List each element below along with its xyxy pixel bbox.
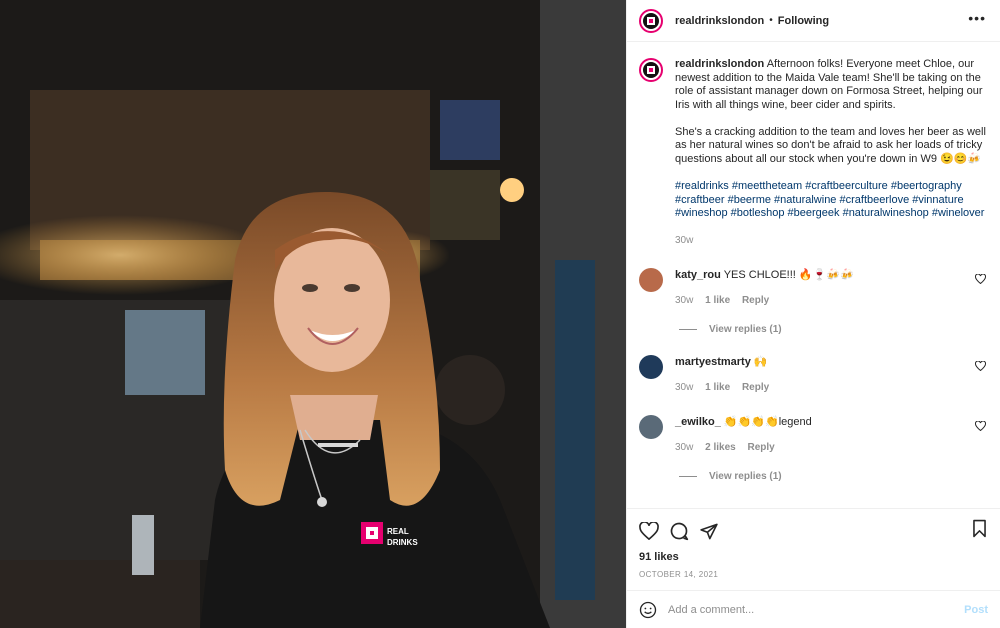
commenter-avatar[interactable] [639,415,663,440]
svg-text:DRINKS: DRINKS [387,538,418,547]
reply-button[interactable]: Reply [748,442,775,453]
emoji-icon[interactable] [639,601,657,619]
comment-time[interactable]: 30w [675,442,693,453]
caption-hashtags[interactable]: #realdrinks #meettheteam #craftbeercultu… [675,180,987,221]
add-comment-bar: Post [627,590,1000,628]
svg-text:REAL: REAL [387,527,409,536]
comment-likes[interactable]: 1 like [705,295,730,306]
reply-button[interactable]: Reply [742,295,769,306]
view-replies-button[interactable]: View replies (1) [679,324,988,335]
account-username[interactable]: realdrinkslondon [675,15,764,27]
view-replies-label: View replies (1) [709,471,782,483]
header-separator: • [769,15,773,26]
view-replies-label: View replies (1) [709,324,782,336]
comment-time[interactable]: 30w [675,382,693,393]
comment-heart-icon[interactable] [975,361,986,372]
comment-heart-icon[interactable] [975,274,986,285]
view-replies-button[interactable]: View replies (1) [679,471,988,482]
post-photo[interactable]: REAL DRINKS [0,0,626,628]
commenter-username[interactable]: martyestmarty [675,356,751,368]
comment-input[interactable] [668,603,965,616]
comment-text: 👏👏👏👏legend [723,416,812,429]
comment-text: 🙌 [753,356,768,369]
comment-heart-icon[interactable] [975,421,986,432]
account-avatar[interactable] [639,8,663,33]
comment-time[interactable]: 30w [675,295,693,306]
caption-timestamp[interactable]: 30w [675,234,987,248]
caption-paragraph-2: She's a cracking addition to the team an… [675,125,986,166]
likes-count[interactable]: 91 likes [639,551,988,563]
reply-button[interactable]: Reply [742,382,769,393]
heart-icon[interactable] [639,522,659,540]
post-date: OCTOBER 14, 2021 [639,570,719,579]
commenter-username[interactable]: katy_rou [675,269,721,281]
caption-username[interactable]: realdrinkslondon [675,58,764,70]
comment-item: martyestmarty 🙌 30w 1 like Reply [639,355,988,395]
comment-text: YES CHLOE!!! 🔥🍷🍻🍻 [723,269,854,282]
more-horizontal-icon[interactable]: ••• [968,11,986,25]
commenter-avatar[interactable] [639,355,663,380]
comment-item: _ewilko_ 👏👏👏👏legend 30w 2 likes Reply [639,415,988,455]
comment-likes[interactable]: 2 likes [705,442,736,453]
comments-section: realdrinkslondon Afternoon folks! Everyo… [627,42,1000,508]
comment-icon[interactable] [669,521,689,541]
commenter-avatar[interactable] [639,268,663,293]
post-sidebar: realdrinkslondon • Following ••• realdri… [626,0,1000,628]
comment-likes[interactable]: 1 like [705,382,730,393]
comment-item: katy_rou YES CHLOE!!! 🔥🍷🍻🍻 30w 1 like Re… [639,268,988,308]
post-photo-illustration: REAL DRINKS [0,0,626,628]
post-actions: 91 likes OCTOBER 14, 2021 [627,508,1000,590]
post-header: realdrinkslondon • Following ••• [627,0,1000,42]
bookmark-icon[interactable] [971,519,988,538]
instagram-post-modal: REAL DRINKS realdrinkslondon • Following… [0,0,1000,628]
send-icon[interactable] [699,522,719,541]
post-caption: realdrinkslondon Afternoon folks! Everyo… [639,58,988,248]
commenter-username[interactable]: _ewilko_ [675,416,721,428]
following-button[interactable]: Following [778,15,829,27]
caption-avatar[interactable] [639,58,663,82]
post-comment-button[interactable]: Post [964,604,988,616]
